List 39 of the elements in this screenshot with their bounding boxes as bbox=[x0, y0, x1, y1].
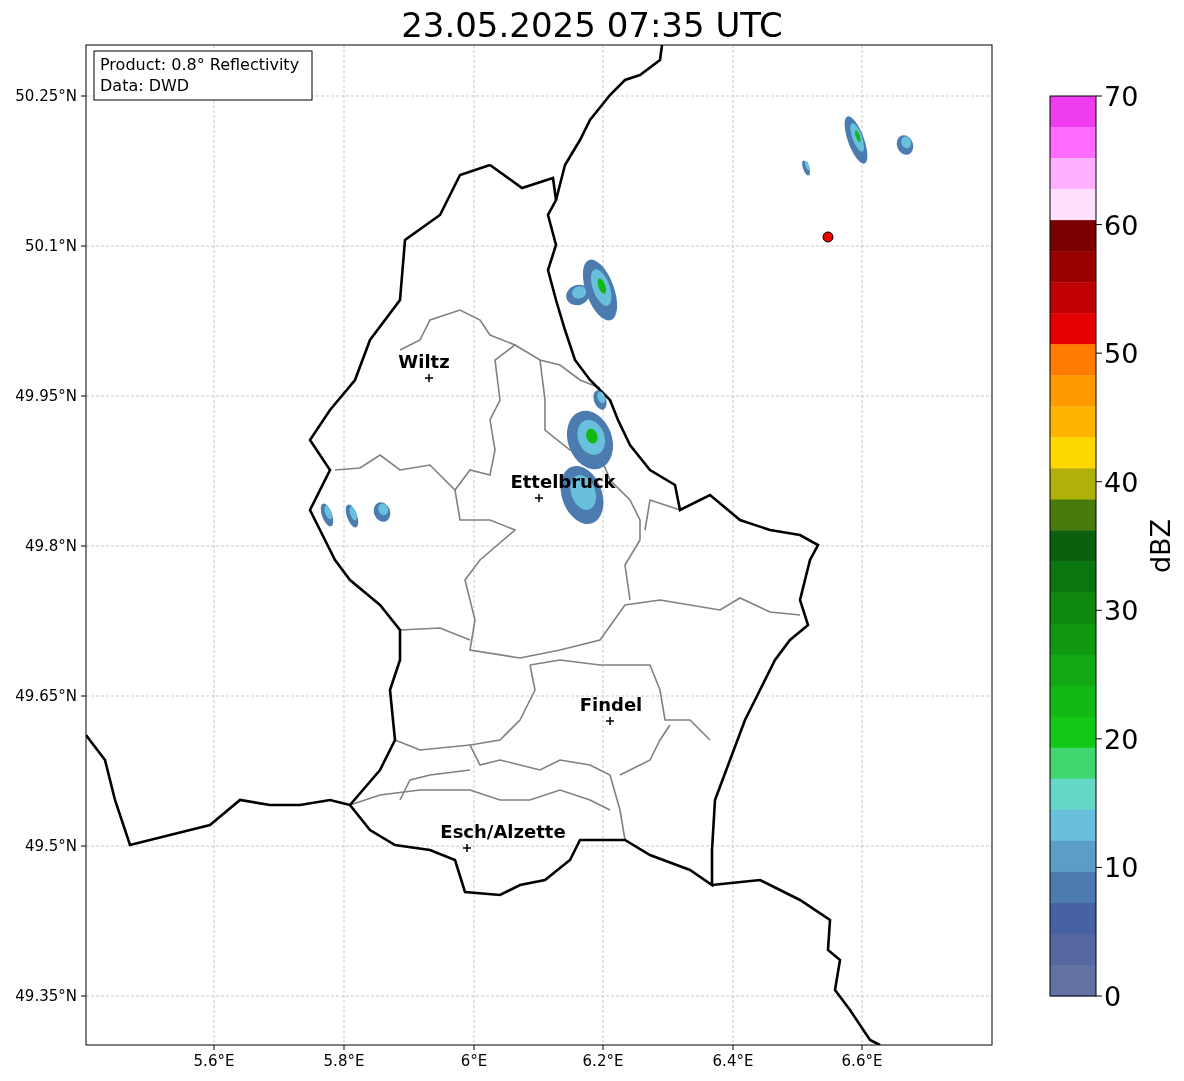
colorbar-tick-label: 20 bbox=[1104, 723, 1139, 755]
city-marker-icon bbox=[462, 843, 472, 853]
rain-echo-drawing bbox=[320, 503, 334, 527]
rain-echo-drawing bbox=[844, 116, 868, 164]
city-label: Findel bbox=[579, 694, 643, 715]
latitude-label: 49.8°N bbox=[24, 537, 77, 555]
colorbar-tick-label: 40 bbox=[1104, 466, 1139, 498]
rain-echo-drawing bbox=[802, 160, 810, 176]
latitude-label: 49.5°N bbox=[24, 837, 77, 855]
longitude-label: 6.6°E bbox=[841, 1052, 883, 1070]
info-text: Data: DWD bbox=[100, 76, 190, 95]
city-marker-icon bbox=[534, 493, 544, 503]
latitude-label: 50.25°N bbox=[15, 87, 77, 105]
colorbar-tick-label: 30 bbox=[1104, 595, 1139, 627]
info-text: Product: 0.8° Reflectivity bbox=[100, 55, 300, 74]
city-marker-icon bbox=[605, 716, 615, 726]
city-marker-icon bbox=[424, 373, 434, 383]
longitude-label: 6.4°E bbox=[712, 1052, 754, 1070]
colorbar-tick-label: 0 bbox=[1104, 981, 1122, 1012]
longitude-label: 6°E bbox=[460, 1052, 488, 1070]
longitude-label: 5.6°E bbox=[193, 1052, 235, 1070]
latitude-label: 49.35°N bbox=[15, 987, 77, 1005]
rain-echo-drawing bbox=[373, 502, 391, 522]
rain-echo-drawing bbox=[345, 504, 359, 528]
longitude-label: 5.8°E bbox=[323, 1052, 365, 1070]
colorbar-tick-label: 60 bbox=[1104, 209, 1139, 241]
colorbar-tick-label: 50 bbox=[1104, 338, 1139, 370]
colorbar-label: dBZ bbox=[1145, 518, 1176, 574]
latitude-label: 49.65°N bbox=[15, 687, 77, 705]
colorbar-tick-label: 10 bbox=[1104, 852, 1139, 884]
latitude-label: 49.95°N bbox=[15, 387, 77, 405]
longitude-label: 6.2°E bbox=[582, 1052, 624, 1070]
city-label: Esch/Alzette bbox=[440, 821, 566, 842]
site-marker bbox=[822, 231, 834, 243]
latitude-label: 50.1°N bbox=[24, 237, 77, 255]
city-label: Wiltz bbox=[398, 351, 450, 372]
rain-echo-drawing bbox=[896, 135, 914, 155]
chart-title: 23.05.2025 07:35 UTC bbox=[401, 5, 783, 45]
colorbar-tick-label: 70 bbox=[1104, 81, 1139, 112]
